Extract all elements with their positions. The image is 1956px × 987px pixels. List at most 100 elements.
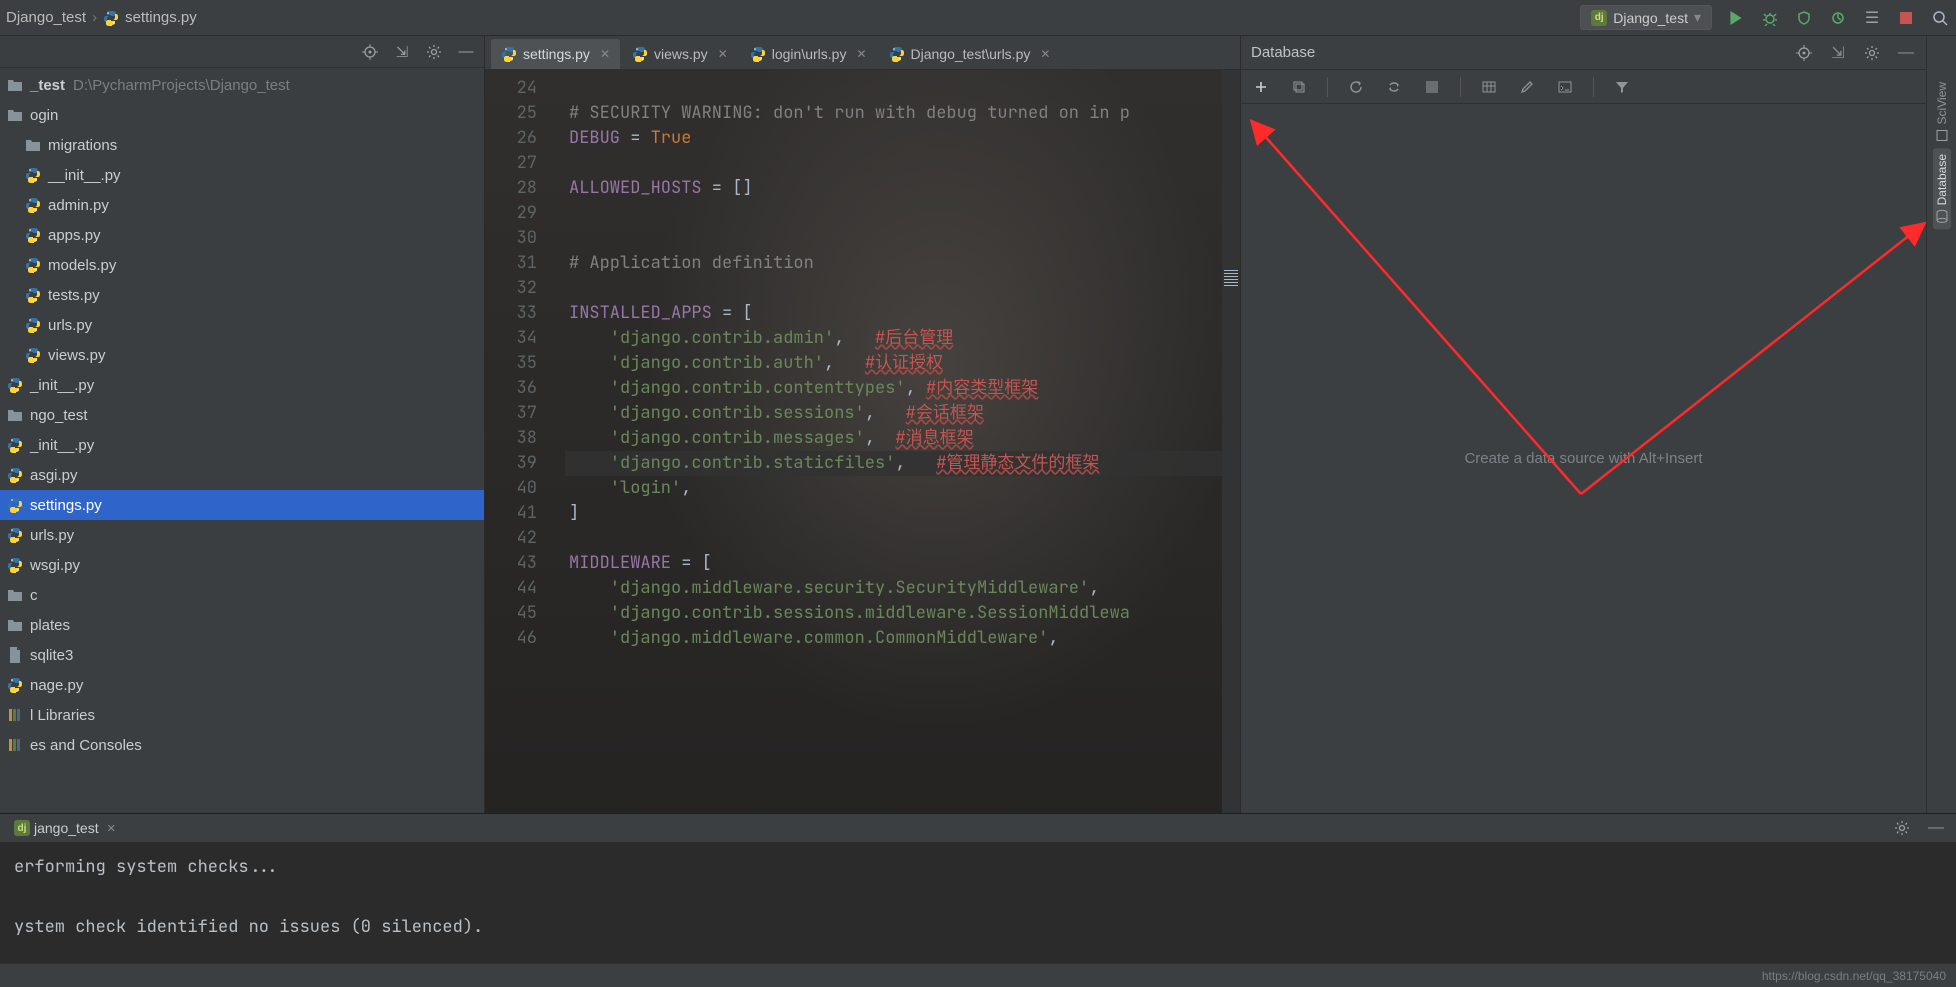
console-icon[interactable] <box>1555 77 1575 97</box>
tree-item[interactable]: l Libraries <box>0 700 484 730</box>
code-line[interactable]: INSTALLED_APPS = [ <box>565 301 1222 326</box>
editor-tab[interactable]: settings.py✕ <box>491 39 620 69</box>
code-line[interactable]: 'django.contrib.staticfiles', #管理静态文件的框架 <box>565 451 1222 476</box>
tree-item[interactable]: nage.py <box>0 670 484 700</box>
gear-icon[interactable] <box>1862 43 1882 63</box>
tree-item[interactable]: ogin <box>0 100 484 130</box>
tree-item[interactable]: apps.py <box>0 220 484 250</box>
code-line[interactable]: 'django.contrib.sessions.middleware.Sess… <box>565 601 1222 626</box>
tree-item[interactable]: urls.py <box>0 520 484 550</box>
gear-icon[interactable] <box>1892 818 1912 838</box>
code-line[interactable] <box>565 76 1222 101</box>
coverage-button[interactable] <box>1794 8 1814 28</box>
code-line[interactable]: 'django.contrib.sessions', #会话框架 <box>565 401 1222 426</box>
breadcrumb[interactable]: Django_test › settings.py <box>6 9 197 26</box>
close-icon[interactable]: ✕ <box>107 822 116 835</box>
expand-icon[interactable]: ⇲ <box>1828 43 1848 63</box>
tree-item[interactable]: ngo_test <box>0 400 484 430</box>
editor-tab[interactable]: Django_test\urls.py✕ <box>879 39 1061 69</box>
code-line[interactable] <box>565 201 1222 226</box>
code-line[interactable]: 'django.middleware.security.SecurityMidd… <box>565 576 1222 601</box>
python-file-icon <box>6 496 24 514</box>
expand-all-icon[interactable]: ⇲ <box>392 42 412 62</box>
close-icon[interactable]: ✕ <box>856 47 866 61</box>
code-line[interactable] <box>565 226 1222 251</box>
tree-item[interactable]: __init__.py <box>0 160 484 190</box>
debug-button[interactable] <box>1760 8 1780 28</box>
sync-icon[interactable] <box>1384 77 1404 97</box>
table-icon[interactable] <box>1479 77 1499 97</box>
tree-item[interactable]: models.py <box>0 250 484 280</box>
tree-item[interactable]: asgi.py <box>0 460 484 490</box>
locate-icon[interactable] <box>1794 43 1814 63</box>
database-empty-body[interactable]: Create a data source with Alt+Insert <box>1241 104 1926 813</box>
breadcrumb-file[interactable]: settings.py <box>125 9 197 26</box>
tree-item[interactable]: c <box>0 580 484 610</box>
tree-item[interactable]: plates <box>0 610 484 640</box>
search-button[interactable] <box>1930 8 1950 28</box>
code-line[interactable]: 'django.contrib.admin', #后台管理 <box>565 326 1222 351</box>
code-minimap[interactable] <box>1222 70 1240 813</box>
code-line[interactable]: # Application definition <box>565 251 1222 276</box>
code-line[interactable]: DEBUG = True <box>565 126 1222 151</box>
code-line[interactable] <box>565 276 1222 301</box>
edit-icon[interactable] <box>1517 77 1537 97</box>
minimize-icon[interactable]: — <box>456 42 476 62</box>
tree-item[interactable]: wsgi.py <box>0 550 484 580</box>
code-line[interactable]: 'login', <box>565 476 1222 501</box>
code-line[interactable]: 'django.middleware.common.CommonMiddlewa… <box>565 626 1222 651</box>
code-line[interactable]: ALLOWED_HOSTS = [] <box>565 176 1222 201</box>
tree-item[interactable]: es and Consoles <box>0 730 484 760</box>
attach-button[interactable]: ☰ <box>1862 8 1882 28</box>
tree-item[interactable]: admin.py <box>0 190 484 220</box>
code-body[interactable]: # SECURITY WARNING: don't run with debug… <box>555 70 1222 813</box>
refresh-icon[interactable] <box>1346 77 1366 97</box>
profile-button[interactable] <box>1828 8 1848 28</box>
tree-item[interactable]: urls.py <box>0 310 484 340</box>
close-icon[interactable]: ✕ <box>718 47 728 61</box>
code-line[interactable]: MIDDLEWARE = [ <box>565 551 1222 576</box>
tree-item[interactable]: settings.py <box>0 490 484 520</box>
code-line[interactable]: 'django.contrib.contenttypes', #内容类型框架 <box>565 376 1222 401</box>
close-icon[interactable]: ✕ <box>600 47 610 61</box>
project-tool-window: ⇲ — _testD:\PycharmProjects\Django_testo… <box>0 36 485 813</box>
duplicate-icon[interactable] <box>1289 77 1309 97</box>
tree-item[interactable]: migrations <box>0 130 484 160</box>
tree-item[interactable]: _init__.py <box>0 370 484 400</box>
tree-item-label: views.py <box>48 347 106 364</box>
tree-item[interactable]: views.py <box>0 340 484 370</box>
code-line[interactable]: 'django.contrib.messages', #消息框架 <box>565 426 1222 451</box>
run-config-selector[interactable]: dj Django_test ▾ <box>1580 5 1712 30</box>
code-line[interactable]: ] <box>565 501 1222 526</box>
right-tab-database[interactable]: Database <box>1933 148 1951 229</box>
locate-icon[interactable] <box>360 42 380 62</box>
run-tab[interactable]: dj jango_test ✕ <box>8 818 122 838</box>
filter-icon[interactable] <box>1612 77 1632 97</box>
right-tab-sciview[interactable]: SciView <box>1933 76 1951 148</box>
tree-item-label: _init__.py <box>30 377 94 394</box>
python-file-icon <box>24 166 42 184</box>
close-icon[interactable]: ✕ <box>1040 47 1050 61</box>
code-line[interactable]: 'django.contrib.auth', #认证授权 <box>565 351 1222 376</box>
code-editor[interactable]: 2425262728293031323334353637383940414243… <box>485 70 1240 813</box>
gear-icon[interactable] <box>424 42 444 62</box>
tree-root[interactable]: _testD:\PycharmProjects\Django_test <box>0 70 484 100</box>
editor-tab[interactable]: views.py✕ <box>622 39 738 69</box>
run-button[interactable] <box>1726 8 1746 28</box>
project-tree[interactable]: _testD:\PycharmProjects\Django_testoginm… <box>0 68 484 813</box>
breadcrumb-project[interactable]: Django_test <box>6 9 86 26</box>
stop-button[interactable] <box>1896 8 1916 28</box>
run-console-output[interactable]: erforming system checks... ystem check i… <box>0 842 1956 963</box>
run-tool-window: dj jango_test ✕ — erforming system check… <box>0 813 1956 963</box>
tree-item[interactable]: sqlite3 <box>0 640 484 670</box>
tree-item[interactable]: _init__.py <box>0 430 484 460</box>
code-line[interactable] <box>565 151 1222 176</box>
tree-item[interactable]: tests.py <box>0 280 484 310</box>
code-line[interactable] <box>565 526 1222 551</box>
code-line[interactable]: # SECURITY WARNING: don't run with debug… <box>565 101 1222 126</box>
minimize-icon[interactable]: — <box>1926 818 1946 838</box>
editor-tab[interactable]: login\urls.py✕ <box>740 39 877 69</box>
add-datasource-button[interactable] <box>1251 77 1271 97</box>
minimize-icon[interactable]: — <box>1896 43 1916 63</box>
stop-icon[interactable] <box>1422 77 1442 97</box>
